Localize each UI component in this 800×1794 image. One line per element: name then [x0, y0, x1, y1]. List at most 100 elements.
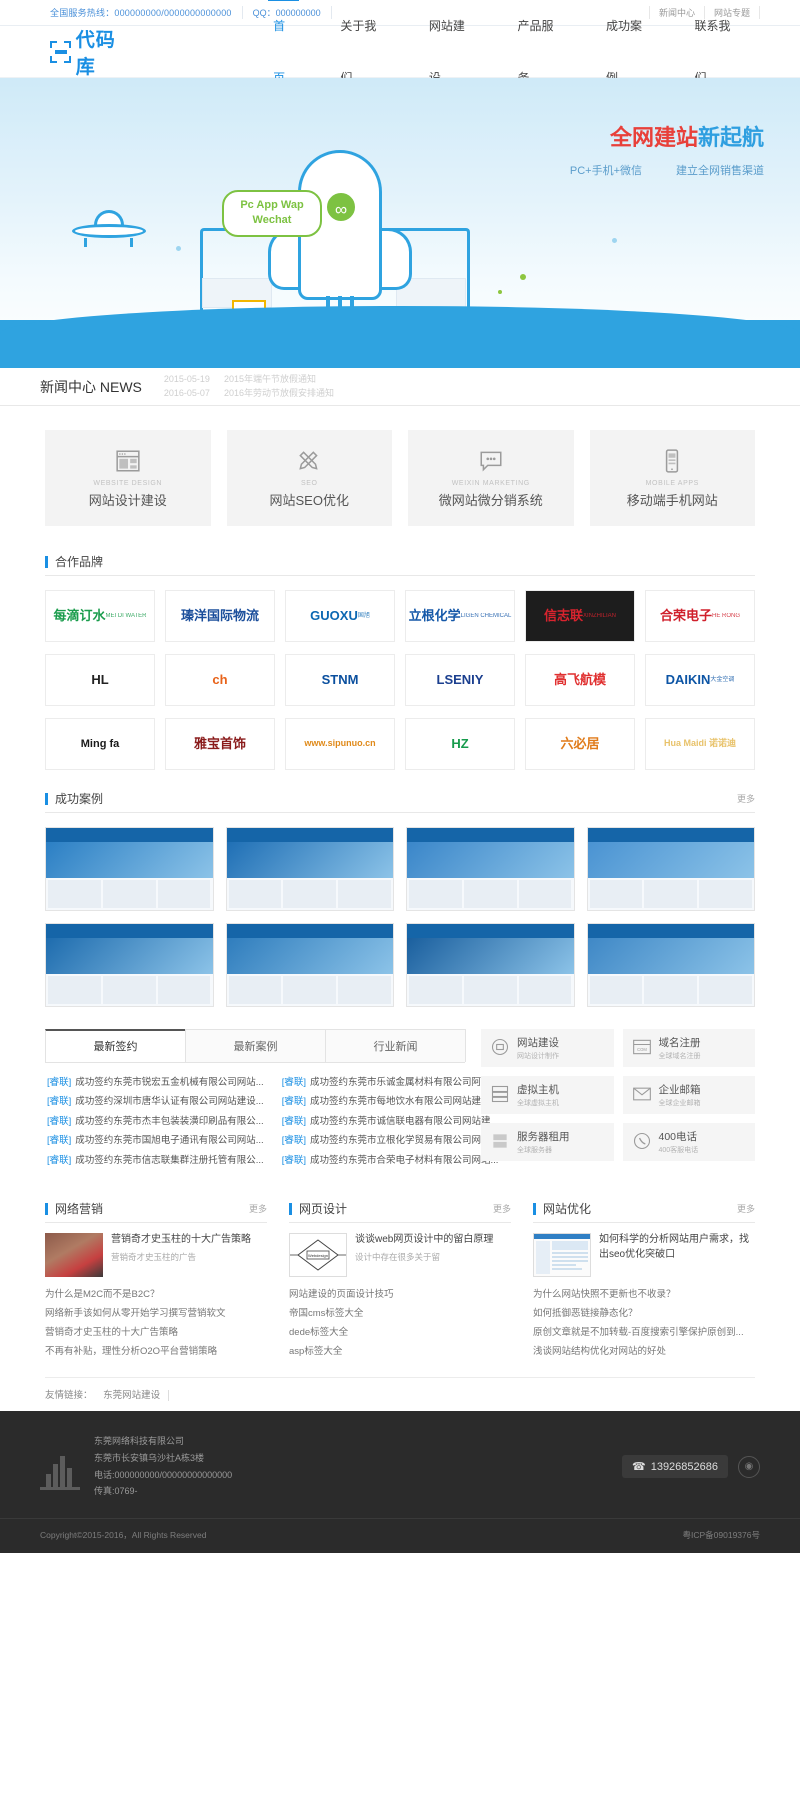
- feature-article[interactable]: 如何科学的分析网站用户需求，找出seo优化突破口: [533, 1223, 755, 1285]
- news-list-item[interactable]: [睿联] 成功签约东莞市杰丰包装装潢印刷品有限公...: [47, 1112, 264, 1131]
- service-box-mobile-apps[interactable]: MOBILE APPS 移动端手机网站: [589, 430, 755, 526]
- brand-logo[interactable]: 六必居: [525, 718, 635, 770]
- news-list-item[interactable]: [睿联] 成功签约东莞市锐宏五金机械有限公司网站...: [47, 1073, 264, 1092]
- service-side-box[interactable]: 400电话 400客服电话: [622, 1123, 755, 1161]
- service-side-box[interactable]: COM 域名注册 全球域名注册: [622, 1029, 755, 1067]
- brand-logo[interactable]: ch: [165, 654, 275, 706]
- news-list-item[interactable]: [睿联] 成功签约东莞市信志联集群注册托管有限公...: [47, 1151, 264, 1170]
- phone-icon: [632, 1131, 652, 1154]
- section-title-brands: 合作品牌: [45, 556, 103, 568]
- brand-logo[interactable]: www.sipunuo.cn: [285, 718, 395, 770]
- brand-logo[interactable]: 立根化学 LIGEN CHEMICAL: [405, 590, 515, 642]
- service-side-box[interactable]: 服务器租用 全球服务器: [481, 1123, 614, 1161]
- article-link[interactable]: 如何抵御恶链接静态化？: [533, 1304, 755, 1323]
- feature-article[interactable]: Webdesign 谈谈web网页设计中的留白原理 设计中存在很多关于留: [289, 1223, 511, 1285]
- news-list-item[interactable]: [睿联] 成功签约东莞市乐诚金属材料有限公司阿里...: [282, 1073, 499, 1092]
- column-more-link[interactable]: 更多: [737, 1202, 755, 1215]
- banner-title-red: 全网建站: [609, 125, 698, 150]
- news-item-tag: [睿联]: [47, 1135, 72, 1147]
- news-list-item[interactable]: [睿联] 成功签约东莞市合荣电子材料有限公司网站...: [282, 1151, 499, 1170]
- article-link[interactable]: 营销奇才史玉柱的十大广告策略: [45, 1323, 267, 1342]
- news-list-item[interactable]: [睿联] 成功签约东莞市立根化学贸易有限公司网站...: [282, 1131, 499, 1150]
- news-roll-date: 2015-05-19: [163, 374, 210, 384]
- rocket-fin-right-icon: [378, 228, 412, 290]
- article-link-list: 为什么是M2C而不是B2C？ 网络新手该如何从零开始学习撰写营销软文 营销奇才史玉柱…: [45, 1285, 267, 1361]
- footer-fax: 传真:0769-: [94, 1486, 138, 1497]
- service-side-box[interactable]: 网站建设 网站设计制作: [481, 1029, 614, 1067]
- article-link[interactable]: asp标签大全: [289, 1342, 511, 1361]
- news-strip-roll[interactable]: 2015-05-19 2015年端午节放假通知 2016-05-07 2016年劳动…: [164, 373, 348, 400]
- column-more-link[interactable]: 更多: [493, 1202, 511, 1215]
- news-list-item[interactable]: [睿联] 成功签约深圳市唐华认证有限公司网站建设...: [47, 1092, 264, 1111]
- side-box-title: 虚拟主机: [517, 1084, 559, 1097]
- brand-logo[interactable]: HZ: [405, 718, 515, 770]
- tab-latest-cases[interactable]: 最新案例: [185, 1029, 326, 1062]
- column-title: 网站优化: [533, 1202, 591, 1215]
- case-thumbnail[interactable]: [45, 827, 214, 911]
- news-list-item[interactable]: [睿联] 成功签约东莞市每地饮水有限公司网站建设...: [282, 1092, 499, 1111]
- brand-name: 高飞航模: [553, 671, 606, 687]
- article-link[interactable]: 为什么网站快照不更新也不收录？: [533, 1285, 755, 1304]
- service-side-box[interactable]: 企业邮箱 全球企业邮箱: [622, 1076, 755, 1114]
- deco-dot: [176, 246, 181, 251]
- feature-article[interactable]: 营销奇才史玉柱的十大广告策略 营销奇才史玉柱的广告: [45, 1223, 267, 1285]
- article-link[interactable]: 浅谈网站结构优化对网站的好处: [533, 1342, 755, 1361]
- case-thumbnail[interactable]: [406, 923, 575, 1007]
- section-header-webdesign: 网页设计 更多: [289, 1192, 511, 1224]
- brand-logo[interactable]: Ming fa: [45, 718, 155, 770]
- news-item-text: 成功签约东莞市每地饮水有限公司网站建设...: [309, 1096, 499, 1108]
- tab-industry-news[interactable]: 行业新闻: [325, 1029, 466, 1062]
- service-side-box[interactable]: 虚拟主机 全球虚拟主机: [481, 1076, 614, 1114]
- case-thumbnail[interactable]: [586, 827, 755, 911]
- webdesign-diagram-thumb: Webdesign: [289, 1233, 347, 1278]
- news-list-item[interactable]: [睿联] 成功签约东莞市国旭电子通讯有限公司网站...: [47, 1131, 264, 1150]
- article-link[interactable]: 不再有补贴，理性分析O2O平台营销策略: [45, 1342, 267, 1361]
- article-link[interactable]: dede标签大全: [289, 1323, 511, 1342]
- brand-logo[interactable]: 高飞航模: [525, 654, 635, 706]
- qrcode-icon[interactable]: ◉: [738, 1455, 760, 1478]
- brand-logo[interactable]: Hua Maidi 诺诺迪: [645, 718, 755, 770]
- footer-phone-badge[interactable]: ☎ 13926852686: [622, 1455, 728, 1479]
- service-cn-label: 微网站微分销系统: [438, 492, 543, 508]
- site-logo[interactable]: 代码库: [50, 25, 132, 79]
- brand-logo[interactable]: 信志联 XINZHILIAN: [525, 590, 635, 642]
- brand-logo[interactable]: GUOXU 国旭: [285, 590, 395, 642]
- news-roll-date: 2016-05-07: [163, 387, 210, 398]
- brand-logo[interactable]: 每滴订水 MEI DI WATER: [45, 590, 155, 642]
- brand-name: 雅宝首饰: [193, 735, 246, 751]
- banner-headline-group: 全网建站新起航 PC+手机+微信 建立全网销售渠道: [570, 120, 764, 178]
- service-box-website-design[interactable]: WEBSITE DESIGN 网站设计建设: [45, 430, 211, 526]
- brand-logo[interactable]: STNM: [285, 654, 395, 706]
- brand-logo[interactable]: HL: [45, 654, 155, 706]
- hero-banner: W Pc App Wap Wechat Wechat Pc App Wap: [0, 78, 800, 368]
- side-box-sub: 400客服电话: [658, 1146, 699, 1154]
- case-thumbnail[interactable]: [225, 923, 394, 1007]
- brand-logo[interactable]: LSENIY: [405, 654, 515, 706]
- article-link[interactable]: 为什么是M2C而不是B2C？: [45, 1285, 267, 1304]
- article-link[interactable]: 网络新手该如何从零开始学习撰写营销软文: [45, 1304, 267, 1323]
- brand-logo[interactable]: 合荣电子 HE RONG: [645, 590, 755, 642]
- service-box-weixin-marketing[interactable]: WEIXIN MARKETING 微网站微分销系统: [408, 430, 574, 526]
- friend-link-item[interactable]: 东莞网站建设: [95, 1390, 170, 1402]
- brand-logo[interactable]: DAIKIN 大金空调: [645, 654, 755, 706]
- tab-latest-signings[interactable]: 最新签约: [45, 1029, 186, 1062]
- case-hero-image: [407, 938, 574, 974]
- cases-more-link[interactable]: 更多: [737, 792, 755, 805]
- case-body: [46, 974, 213, 1006]
- brand-logo[interactable]: 雅宝首饰: [165, 718, 275, 770]
- article-link[interactable]: 帝国cms标签大全: [289, 1304, 511, 1323]
- service-en-label: MOBILE APPS: [645, 479, 699, 487]
- news-list-item[interactable]: [睿联] 成功签约东莞市诚信联电器有限公司网站建...: [282, 1112, 499, 1131]
- article-link[interactable]: 网站建设的页面设计技巧: [289, 1285, 511, 1304]
- case-thumbnail[interactable]: [225, 827, 394, 911]
- case-thumbnail[interactable]: [406, 827, 575, 911]
- news-item-text: 成功签约深圳市唐华认证有限公司网站建设...: [75, 1096, 264, 1108]
- deco-dot: [520, 274, 526, 280]
- case-thumbnail[interactable]: [586, 923, 755, 1007]
- article-link[interactable]: 原创文章就是不加转载-百度搜索引擎保护原创到...: [533, 1323, 755, 1342]
- service-box-seo[interactable]: SEO 网站SEO优化: [226, 430, 392, 526]
- column-more-link[interactable]: 更多: [249, 1202, 267, 1215]
- section-header-marketing: 网络营销 更多: [45, 1192, 267, 1224]
- case-thumbnail[interactable]: [45, 923, 214, 1007]
- brand-logo[interactable]: 瑧洋国际物流: [165, 590, 275, 642]
